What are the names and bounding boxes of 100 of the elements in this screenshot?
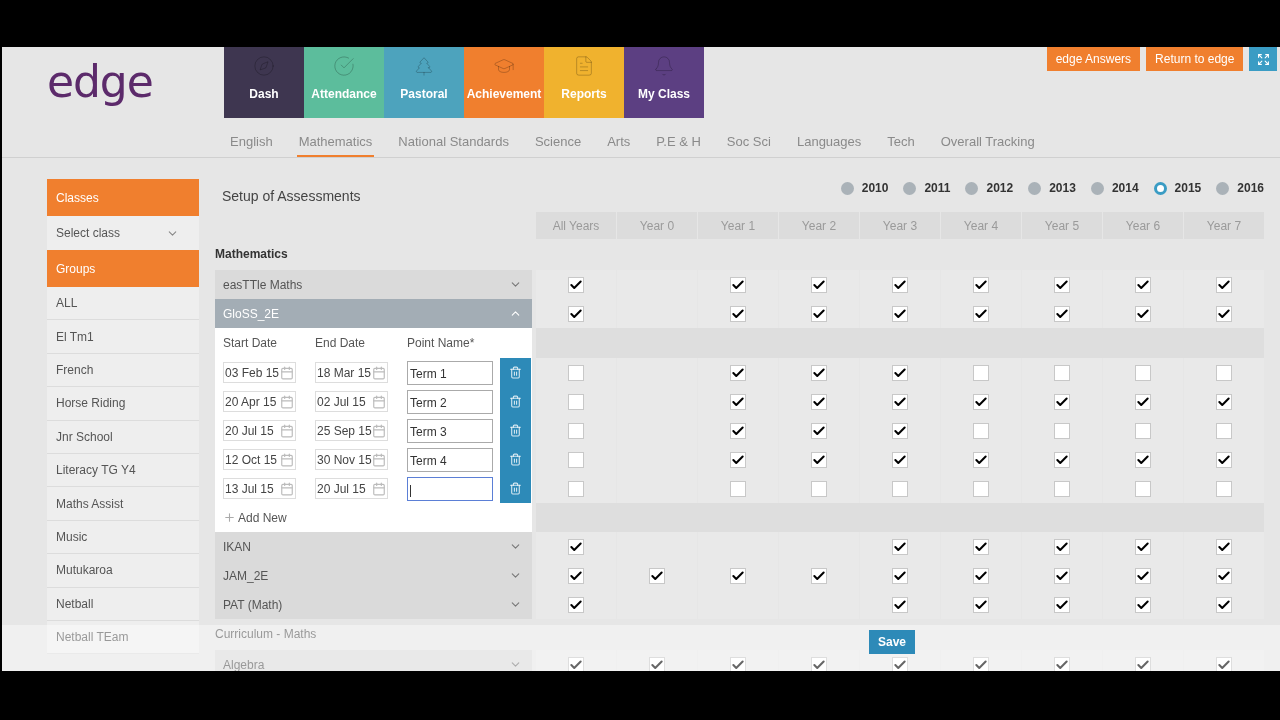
year-radio[interactable]: 2014 [1090, 179, 1139, 197]
checkbox[interactable] [892, 393, 908, 410]
checkbox[interactable] [1054, 364, 1070, 381]
checkbox[interactable] [811, 422, 827, 439]
checkbox[interactable] [973, 596, 989, 613]
class-select[interactable]: Select class [47, 216, 199, 250]
checkbox[interactable] [1216, 276, 1232, 293]
checkbox[interactable] [973, 451, 989, 468]
checkbox[interactable] [811, 567, 827, 584]
sidebar-item[interactable]: Maths Assist [47, 487, 199, 521]
checkbox[interactable] [568, 422, 584, 439]
checkbox[interactable] [811, 305, 827, 322]
checkbox[interactable] [1135, 538, 1151, 555]
checkbox[interactable] [1135, 567, 1151, 584]
checkbox[interactable] [1054, 656, 1070, 671]
checkbox[interactable] [1216, 364, 1232, 381]
checkbox[interactable] [811, 656, 827, 671]
sidebar-item[interactable]: Music [47, 520, 199, 555]
checkbox[interactable] [1216, 480, 1232, 497]
checkbox[interactable] [1054, 596, 1070, 613]
checkbox[interactable] [1054, 480, 1070, 497]
fullscreen-button[interactable] [1249, 47, 1278, 71]
checkbox[interactable] [1054, 276, 1070, 293]
checkbox[interactable] [568, 596, 584, 613]
checkbox[interactable] [1054, 305, 1070, 322]
checkbox[interactable] [1135, 364, 1151, 381]
date-field[interactable]: 18 Mar 15 [315, 362, 388, 383]
date-field[interactable]: 03 Feb 15 [223, 362, 296, 383]
checkbox[interactable] [1054, 567, 1070, 584]
checkbox[interactable] [973, 656, 989, 671]
checkbox[interactable] [973, 422, 989, 439]
date-field[interactable]: 12 Oct 15 [223, 449, 296, 470]
checkbox[interactable] [1216, 393, 1232, 410]
point-name-field[interactable]: Term 2 [407, 389, 493, 414]
checkbox[interactable] [1054, 393, 1070, 410]
date-field[interactable]: 13 Jul 15 [223, 478, 296, 499]
checkbox[interactable] [1216, 596, 1232, 613]
checkbox[interactable] [730, 422, 746, 439]
checkbox[interactable] [730, 656, 746, 671]
checkbox[interactable] [568, 480, 584, 497]
delete-button[interactable] [500, 358, 531, 387]
checkbox[interactable] [730, 567, 746, 584]
checkbox[interactable] [730, 364, 746, 381]
checkbox[interactable] [892, 305, 908, 322]
sidebar-item[interactable]: Jnr School [47, 420, 199, 454]
date-field[interactable]: 30 Nov 15 [315, 449, 388, 470]
date-field[interactable]: 02 Jul 15 [315, 391, 388, 412]
checkbox[interactable] [973, 305, 989, 322]
point-name-field[interactable]: Term 1 [407, 360, 493, 385]
checkbox[interactable] [568, 393, 584, 410]
checkbox[interactable] [649, 656, 665, 671]
checkbox[interactable] [1135, 393, 1151, 410]
year-radio[interactable]: 2011 [903, 179, 951, 197]
checkbox[interactable] [973, 538, 989, 555]
checkbox[interactable] [811, 276, 827, 293]
checkbox[interactable] [973, 364, 989, 381]
checkbox[interactable] [1216, 422, 1232, 439]
sidebar-item[interactable]: French [47, 353, 199, 388]
checkbox[interactable] [973, 480, 989, 497]
checkbox[interactable] [892, 364, 908, 381]
year-radio[interactable]: 2013 [1028, 179, 1076, 197]
checkbox[interactable] [1135, 480, 1151, 497]
sidebar-item[interactable]: Mutukaroa [47, 554, 199, 588]
checkbox[interactable] [811, 451, 827, 468]
checkbox[interactable] [1054, 451, 1070, 468]
checkbox[interactable] [1135, 422, 1151, 439]
checkbox[interactable] [1135, 656, 1151, 671]
checkbox[interactable] [973, 276, 989, 293]
group-row[interactable]: PAT (Math) [215, 590, 532, 619]
checkbox[interactable] [730, 451, 746, 468]
checkbox[interactable] [892, 656, 908, 671]
sidebar-item[interactable]: Literacy TG Y4 [47, 453, 199, 488]
checkbox[interactable] [568, 451, 584, 468]
checkbox[interactable] [892, 596, 908, 613]
checkbox[interactable] [568, 538, 584, 555]
checkbox[interactable] [649, 567, 665, 584]
point-name-field[interactable]: Term 3 [407, 418, 493, 443]
year-radio[interactable]: 2016 [1216, 179, 1264, 197]
checkbox[interactable] [730, 393, 746, 410]
checkbox[interactable] [892, 422, 908, 439]
module-tile[interactable]: Dash [224, 47, 304, 118]
checkbox[interactable] [730, 276, 746, 293]
checkbox[interactable] [973, 393, 989, 410]
checkbox[interactable] [892, 276, 908, 293]
checkbox[interactable] [568, 364, 584, 381]
sidebar-item[interactable]: El Tm1 [47, 320, 199, 354]
checkbox[interactable] [892, 538, 908, 555]
checkbox[interactable] [811, 393, 827, 410]
year-radio[interactable]: 2012 [965, 179, 1014, 197]
checkbox[interactable] [892, 451, 908, 468]
date-field[interactable]: 25 Sep 15 [315, 420, 388, 441]
checkbox[interactable] [811, 364, 827, 381]
checkbox[interactable] [1135, 596, 1151, 613]
sidebar-item[interactable]: Horse Riding [47, 387, 199, 421]
checkbox[interactable] [568, 305, 584, 322]
group-row[interactable]: JAM_2E [215, 561, 532, 590]
checkbox[interactable] [892, 567, 908, 584]
checkbox[interactable] [1135, 276, 1151, 293]
checkbox[interactable] [1135, 451, 1151, 468]
checkbox[interactable] [568, 276, 584, 293]
